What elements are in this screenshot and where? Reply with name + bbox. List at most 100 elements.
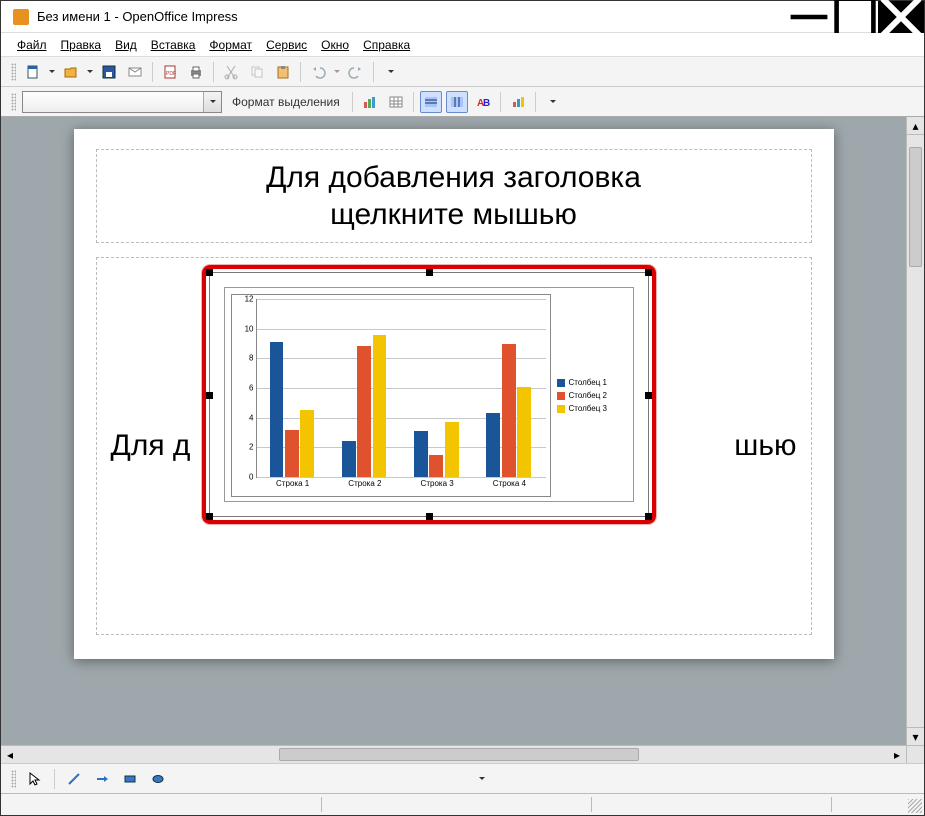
maximize-button[interactable] (832, 1, 878, 33)
menu-help[interactable]: Справка (357, 36, 416, 54)
svg-text:B: B (483, 98, 490, 109)
undo-button[interactable] (307, 61, 329, 83)
resize-handle-tr[interactable] (645, 269, 652, 276)
resize-handle-bl[interactable] (206, 513, 213, 520)
new-dropdown[interactable] (48, 61, 56, 83)
horizontal-scrollbar[interactable]: ◂ ▸ (1, 745, 924, 763)
hscroll-thumb[interactable] (279, 748, 639, 761)
bar (429, 455, 443, 477)
canvas-area: Для добавления заголовка щелкните мышью … (1, 117, 924, 745)
resize-grip[interactable] (908, 799, 922, 813)
bar (517, 387, 531, 477)
menu-tools[interactable]: Сервис (260, 36, 313, 54)
bar (445, 422, 459, 477)
resize-handle-tl[interactable] (206, 269, 213, 276)
toolbar2-grip[interactable] (11, 93, 16, 111)
toolbar-grip[interactable] (11, 63, 16, 81)
close-button[interactable] (878, 1, 924, 33)
toolbar-more[interactable] (380, 61, 402, 83)
content-text-right: шью (734, 429, 796, 463)
window-controls (786, 1, 924, 33)
ytick-label: 8 (237, 354, 257, 363)
resize-handle-tm[interactable] (426, 269, 433, 276)
bar (486, 413, 500, 477)
menu-window[interactable]: Окно (315, 36, 355, 54)
format-selection-label: Формат выделения (226, 95, 346, 109)
new-button[interactable] (22, 61, 44, 83)
email-button[interactable] (124, 61, 146, 83)
hscroll-track[interactable] (19, 746, 888, 763)
slide[interactable]: Для добавления заголовка щелкните мышью … (74, 129, 834, 659)
bar (300, 410, 314, 477)
legend-swatch-3 (557, 405, 565, 413)
menu-file[interactable]: Файл (11, 36, 53, 54)
vgrid-button[interactable] (446, 91, 468, 113)
selection-frame[interactable]: 024681012Строка 1Строка 2Строка 3Строка … (209, 272, 649, 517)
resize-handle-lm[interactable] (206, 392, 213, 399)
resize-handle-br[interactable] (645, 513, 652, 520)
style-select[interactable] (22, 91, 222, 113)
legend-swatch-2 (557, 392, 565, 400)
slide-canvas[interactable]: Для добавления заголовка щелкните мышью … (1, 117, 906, 745)
chart-plot: 024681012Строка 1Строка 2Строка 3Строка … (231, 294, 551, 497)
xtick-label: Строка 3 (421, 477, 454, 488)
drawbar-grip[interactable] (11, 770, 16, 788)
paste-button[interactable] (272, 61, 294, 83)
ytick-label: 2 (237, 443, 257, 452)
hgrid-button[interactable] (420, 91, 442, 113)
menu-insert[interactable]: Вставка (145, 36, 202, 54)
bar (270, 342, 284, 477)
xtick-label: Строка 2 (348, 477, 381, 488)
print-button[interactable] (185, 61, 207, 83)
menu-format[interactable]: Формат (203, 36, 258, 54)
hscroll-left[interactable]: ◂ (1, 746, 19, 763)
title-text-line1: Для добавления заголовка (266, 159, 641, 197)
line-tool[interactable] (63, 768, 85, 790)
ytick-label: 4 (237, 413, 257, 422)
vscroll-down[interactable]: ▾ (907, 727, 924, 745)
vscroll-thumb[interactable] (909, 147, 922, 267)
chart-type-button[interactable] (507, 91, 529, 113)
drawbar-more[interactable] (471, 768, 493, 790)
chart-data-button[interactable] (359, 91, 381, 113)
title-placeholder[interactable]: Для добавления заголовка щелкните мышью (96, 149, 812, 243)
open-dropdown[interactable] (86, 61, 94, 83)
redo-button[interactable] (345, 61, 367, 83)
bar (357, 346, 371, 477)
app-icon (13, 9, 29, 25)
axis-label-button[interactable]: AB (472, 91, 494, 113)
pointer-tool[interactable] (24, 768, 46, 790)
cut-button[interactable] (220, 61, 242, 83)
legend-item-2: Столбец 2 (557, 391, 625, 400)
chart-table-button[interactable] (385, 91, 407, 113)
undo-dropdown[interactable] (333, 61, 341, 83)
vertical-scrollbar[interactable]: ▴ ▾ (906, 117, 924, 745)
vscroll-up[interactable]: ▴ (907, 117, 924, 135)
svg-text:PDF: PDF (166, 71, 176, 77)
minimize-button[interactable] (786, 1, 832, 33)
open-button[interactable] (60, 61, 82, 83)
bar (342, 441, 356, 477)
menu-edit[interactable]: Правка (55, 36, 108, 54)
ytick-label: 12 (237, 295, 257, 304)
chart-embedded[interactable]: 024681012Строка 1Строка 2Строка 3Строка … (224, 287, 634, 502)
hscroll-right[interactable]: ▸ (888, 746, 906, 763)
arrow-tool[interactable] (91, 768, 113, 790)
toolbar2-more[interactable] (542, 91, 564, 113)
rectangle-tool[interactable] (119, 768, 141, 790)
menu-view[interactable]: Вид (109, 36, 143, 54)
bar (414, 431, 428, 477)
chart-object[interactable]: 024681012Строка 1Строка 2Строка 3Строка … (204, 267, 654, 522)
export-pdf-button[interactable]: PDF (159, 61, 181, 83)
chart-legend: Столбец 1 Столбец 2 Столбец 3 (557, 294, 625, 497)
titlebar[interactable]: Без имени 1 - OpenOffice Impress (1, 1, 924, 33)
ellipse-tool[interactable] (147, 768, 169, 790)
copy-button[interactable] (246, 61, 268, 83)
legend-label-3: Столбец 3 (569, 404, 608, 413)
resize-handle-bm[interactable] (426, 513, 433, 520)
legend-label-2: Столбец 2 (569, 391, 608, 400)
legend-item-1: Столбец 1 (557, 378, 625, 387)
save-button[interactable] (98, 61, 120, 83)
resize-handle-rm[interactable] (645, 392, 652, 399)
plot-area: 024681012Строка 1Строка 2Строка 3Строка … (256, 299, 546, 478)
